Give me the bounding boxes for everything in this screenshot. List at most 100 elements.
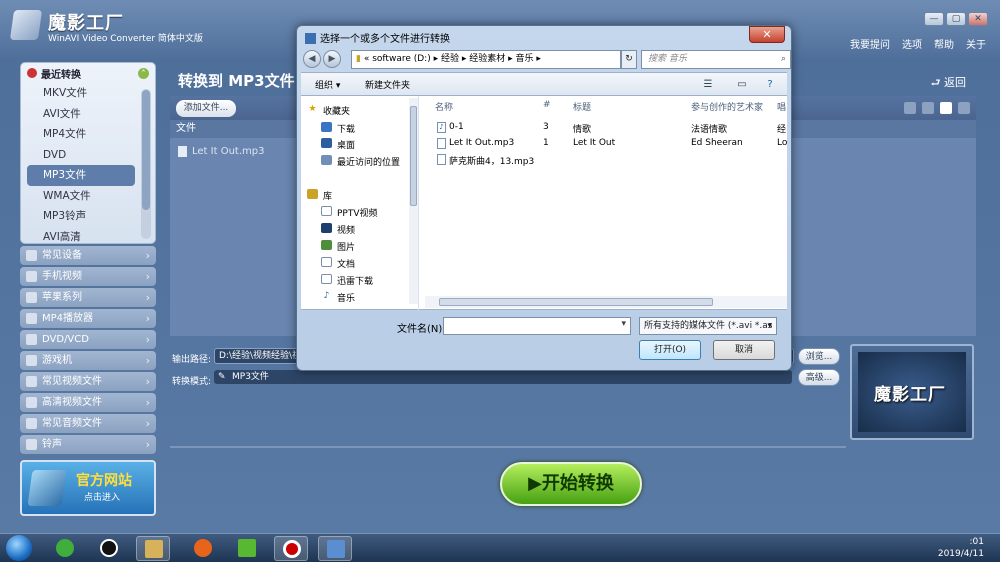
nav-downloads[interactable]: 下载 [321,122,355,135]
category-header[interactable]: 最近转换 ˄ [21,63,155,83]
organize-button[interactable]: 组织 ▾ [315,78,340,91]
menu-help[interactable]: 帮助 [934,36,954,51]
open-button[interactable]: 打开(O) [639,340,701,360]
nav-desktop[interactable]: 桌面 [321,138,355,151]
col-name[interactable]: 名称 [435,100,453,113]
horizontal-scrollbar[interactable] [425,296,787,308]
filename-input[interactable] [443,317,631,335]
breadcrumb-more[interactable]: « [364,54,370,64]
format-mp4[interactable]: MP4文件 [21,124,135,145]
taskbar-app-winavi[interactable] [318,536,352,561]
website-title: 官方网站 [76,473,132,489]
address-bar[interactable]: ▮ « software (D:) ▸ 经验 ▸ 经验素材 ▸ 音乐 ▸ [351,50,621,69]
nav-pictures[interactable]: 图片 [321,240,355,253]
maximize-button[interactable]: ▢ [946,12,966,26]
help-icon[interactable]: ? [763,78,777,91]
sidebar-scrollbar[interactable] [141,89,151,239]
breadcrumb-music[interactable]: 音乐 [516,54,534,64]
category-devices[interactable]: 常见设备 [20,246,156,265]
category-hd-video[interactable]: 高清视频文件 [20,393,156,412]
category-video[interactable]: 常见视频文件 [20,372,156,391]
format-dvd[interactable]: DVD [21,145,135,166]
col-artist[interactable]: 参与创作的艺术家 [691,100,763,113]
taskbar-app-360[interactable] [48,536,82,561]
back-label: 返回 [944,76,966,89]
format-wma[interactable]: WMA文件 [21,186,135,207]
format-mp3[interactable]: MP3文件 [27,165,135,186]
category-apple[interactable]: 苹果系列 [20,288,156,307]
col-number[interactable]: # [543,100,551,110]
website-banner[interactable]: 官方网站 点击进入 [20,460,156,516]
nav-scrollbar[interactable] [409,98,418,304]
nav-favorites[interactable]: ★ 收藏夹 [308,104,350,117]
menu-ask[interactable]: 我要提问 [850,36,890,51]
nav-recent[interactable]: 最近访问的位置 [321,155,400,168]
taskbar-clock[interactable]: :01 2019/4/11 [938,536,984,560]
filetype-select[interactable]: 所有支持的媒体文件 (*.avi *.as [639,317,777,335]
new-folder-button[interactable]: 新建文件夹 [365,78,410,91]
advanced-button[interactable]: 高级... [798,369,840,386]
dialog-body: ★ 收藏夹 下载 桌面 最近访问的位置 库 PPTV视频 视频 图片 文档 迅雷下… [301,96,787,310]
browse-button[interactable]: 浏览... [798,348,840,365]
website-sub: 点击进入 [84,493,121,503]
category-ringtone[interactable]: 铃声 [20,435,156,454]
dialog-title: 选择一个或多个文件进行转换 [305,30,450,45]
menu-options[interactable]: 选项 [902,36,922,51]
window-controls: — ▢ ✕ [924,12,988,26]
nav-thunder[interactable]: 迅雷下载 [321,274,373,287]
back-button[interactable]: ⮐ 返回 [931,74,966,93]
mode-select[interactable]: MP3文件 [214,370,792,384]
format-mkv[interactable]: MKV文件 [21,83,135,104]
chevron-up-icon[interactable]: ˄ [138,68,149,79]
add-file-button[interactable]: 添加文件... [176,100,236,117]
category-mobile[interactable]: 手机视频 [20,267,156,286]
taskbar-app-pptv[interactable] [230,536,264,561]
refresh-icon[interactable]: ↻ [621,50,637,69]
nav-libraries[interactable]: 库 [307,189,332,202]
dialog-close-button[interactable]: ✕ [749,26,785,43]
file-extra: Lo [777,138,788,148]
settings-icon[interactable] [958,102,970,114]
menu-about[interactable]: 关于 [966,36,986,51]
breadcrumb-sucai[interactable]: 经验素材 [469,54,505,64]
breadcrumb-jingyan[interactable]: 经验 [441,54,459,64]
nav-videos[interactable]: 视频 [321,223,355,236]
remove-icon[interactable] [904,102,916,114]
add-icon[interactable] [940,102,952,114]
start-orb-icon[interactable] [6,535,32,561]
app-logo-icon [9,10,43,40]
minimize-button[interactable]: — [924,12,944,26]
back-arrow-icon[interactable]: ◀ [303,50,321,68]
category-mp4-player[interactable]: MP4播放器 [20,309,156,328]
col-album[interactable]: 唱 [777,100,786,113]
format-mp3-ringtone[interactable]: MP3铃声 [21,206,135,227]
clear-icon[interactable] [922,102,934,114]
file-artist: 法语情歌 [691,125,728,135]
search-input[interactable]: 搜索 音乐 ⌕ [641,50,791,69]
nav-music[interactable]: ♪ 音乐 [324,291,355,304]
file-extra: 经 [777,125,787,135]
view-options-icon[interactable]: ☰ [701,78,715,91]
preview-pane-icon[interactable]: ▭ [735,78,749,91]
format-avi-hd[interactable]: AVI高清 [21,227,135,248]
start-convert-button[interactable]: ▶开始转换 [500,462,642,506]
close-button[interactable]: ✕ [968,12,988,26]
file-name: 0-1 [449,122,464,132]
search-icon: ⌕ [780,54,786,64]
preview-logo: 魔影工厂 [874,385,946,405]
category-audio[interactable]: 常见音频文件 [20,414,156,433]
breadcrumb-drive[interactable]: software (D:) [372,54,431,64]
category-dvd-vcd[interactable]: DVD/VCD [20,330,156,349]
cancel-button[interactable]: 取消 [713,340,775,360]
taskbar-app-firefox[interactable] [186,536,220,561]
taskbar-app-recorder[interactable] [274,536,308,561]
format-avi[interactable]: AVI文件 [21,104,135,125]
nav-pptv[interactable]: PPTV视频 [321,206,378,219]
forward-arrow-icon[interactable]: ▶ [323,50,341,68]
category-game[interactable]: 游戏机 [20,351,156,370]
taskbar-app-explorer[interactable] [136,536,170,561]
file-name: Let It Out.mp3 [449,138,515,148]
taskbar-app-qq[interactable] [92,536,126,561]
col-title[interactable]: 标题 [573,100,591,113]
nav-documents[interactable]: 文档 [321,257,355,270]
